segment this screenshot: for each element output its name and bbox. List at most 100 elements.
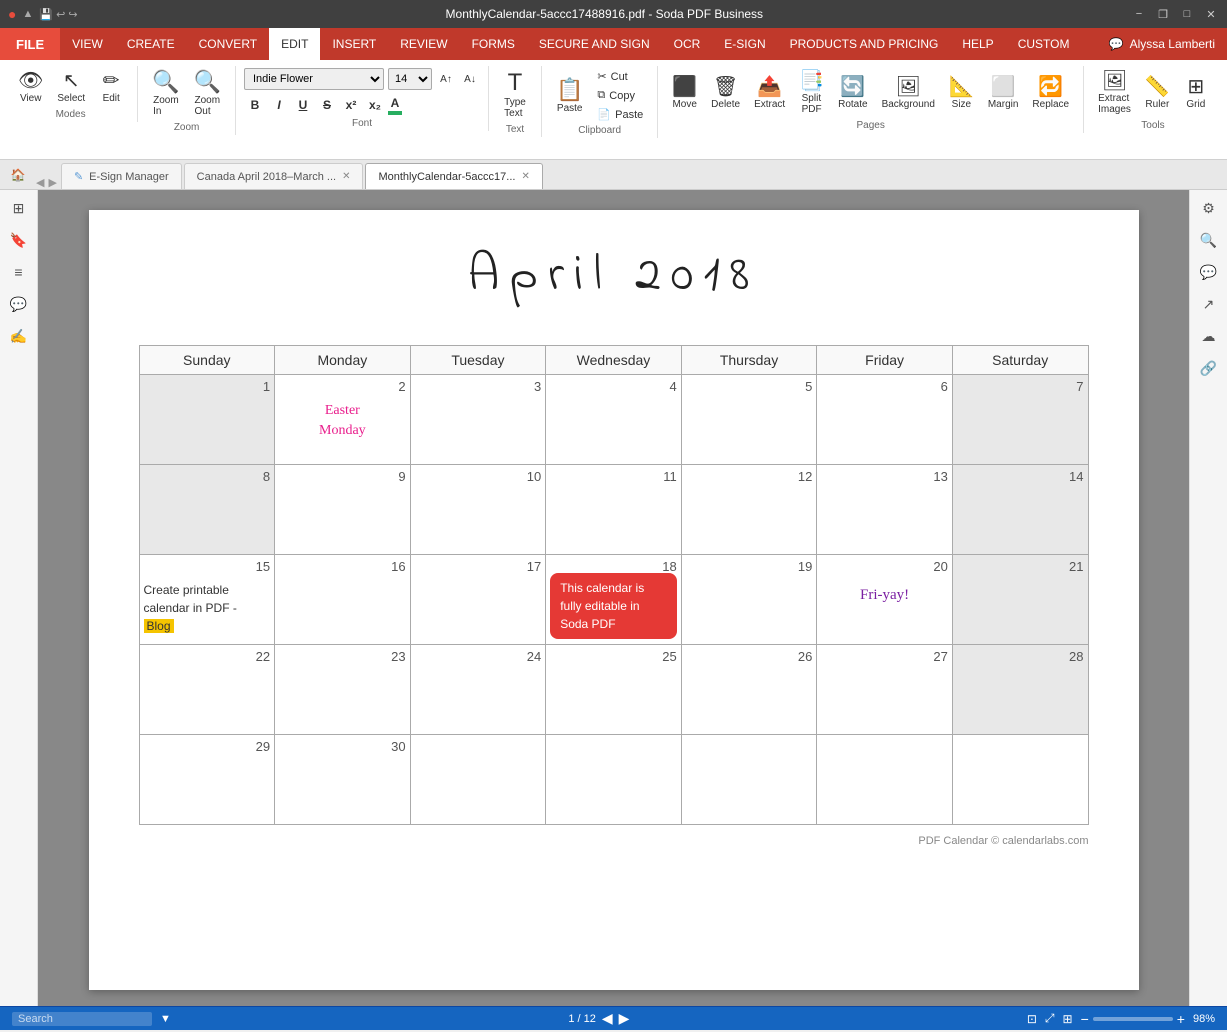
background-button[interactable]: 🖼 Background — [876, 74, 941, 113]
cut-button[interactable]: ✂ Cut — [591, 68, 649, 85]
menu-item-custom[interactable]: CUSTOM — [1006, 28, 1082, 60]
paste-button[interactable]: 📄 Paste — [591, 106, 649, 123]
search-arrow[interactable]: ▼ — [160, 1013, 171, 1025]
menu-item-esign[interactable]: E-SIGN — [712, 28, 777, 60]
search-input[interactable] — [12, 1012, 152, 1026]
sidebar-thumbnails[interactable]: ⊞ — [5, 194, 33, 222]
rotate-icon: 🔄 — [840, 77, 865, 97]
nav-prev-page[interactable]: ◀ — [602, 1010, 613, 1027]
margin-button[interactable]: ⬜ Margin — [982, 74, 1025, 113]
menu-item-insert[interactable]: INSERT — [320, 28, 388, 60]
zoom-in-button[interactable]: 🔍 ZoomIn — [146, 68, 185, 120]
cal-cell-14: 14 — [952, 465, 1088, 555]
zoom-in-status[interactable]: + — [1177, 1011, 1185, 1027]
cal-cell-22: 22 — [139, 645, 275, 735]
move-button[interactable]: ⬛ Move — [666, 74, 703, 113]
subscript-button[interactable]: x₂ — [364, 94, 386, 116]
zoom-out-status[interactable]: − — [1081, 1011, 1089, 1027]
rotate-button[interactable]: 🔄 Rotate — [832, 74, 873, 113]
font-shrink-button[interactable]: A↓ — [460, 72, 480, 87]
nav-back[interactable]: ◀ — [36, 176, 44, 189]
cal-cell-5: 5 — [681, 375, 817, 465]
canada-tab-close[interactable]: ✕ — [342, 171, 350, 182]
blog-link[interactable]: Blog — [144, 619, 174, 633]
sidebar-right-link[interactable]: 🔗 — [1195, 354, 1223, 382]
extract-images-button[interactable]: 🖼 ExtractImages — [1092, 68, 1137, 118]
edit-mode-button[interactable]: ✏ Edit — [93, 68, 129, 107]
extract-images-icon: 🖼 — [1102, 71, 1127, 91]
sidebar-right-search[interactable]: 🔍 — [1195, 226, 1223, 254]
menu-item-create[interactable]: CREATE — [115, 28, 187, 60]
tab-monthly-calendar[interactable]: MonthlyCalendar-5accc17... ✕ — [365, 163, 542, 189]
menu-item-edit[interactable]: EDIT — [269, 28, 320, 60]
superscript-button[interactable]: x² — [340, 94, 362, 116]
underline-button[interactable]: U — [292, 94, 314, 116]
size-label: Size — [952, 99, 971, 110]
font-size-selector[interactable]: 14 — [388, 68, 432, 90]
nav-forward[interactable]: ▶ — [48, 176, 56, 189]
user-name[interactable]: Alyssa Lamberti — [1130, 37, 1215, 51]
tab-esign-manager[interactable]: ✎ E-Sign Manager — [61, 163, 182, 189]
sidebar-annotations[interactable]: 💬 — [5, 290, 33, 318]
ruler-button[interactable]: 📏 Ruler — [1139, 74, 1176, 113]
menu-item-ocr[interactable]: OCR — [662, 28, 713, 60]
cal-cell-26: 26 — [681, 645, 817, 735]
fit-page-button[interactable]: ⊡ — [1027, 1012, 1037, 1026]
font-grow-button[interactable]: A↑ — [436, 72, 456, 87]
menu-item-convert[interactable]: CONVERT — [187, 28, 269, 60]
font-selector[interactable]: Indie Flower — [244, 68, 384, 90]
cal-cell-empty-3 — [681, 735, 817, 825]
close-button[interactable]: ✕ — [1203, 6, 1219, 22]
monthly-tab-close[interactable]: ✕ — [521, 171, 529, 182]
sidebar-right-comments[interactable]: 💬 — [1195, 258, 1223, 286]
sidebar-bookmarks[interactable]: 🔖 — [5, 226, 33, 254]
restore-button[interactable]: ❐ — [1155, 6, 1171, 22]
copy-button[interactable]: ⧉ Copy — [591, 87, 649, 104]
italic-button[interactable]: I — [268, 94, 290, 116]
pages-group-label: Pages — [857, 120, 885, 131]
menu-item-help[interactable]: HELP — [950, 28, 1005, 60]
menu-item-products[interactable]: PRODUCTS AND PRICING — [778, 28, 951, 60]
type-text-button[interactable]: T TypeText — [497, 68, 533, 122]
sidebar-right-settings[interactable]: ⚙ — [1195, 194, 1223, 222]
move-icon: ⬛ — [672, 77, 697, 97]
zoom-out-button[interactable]: 🔍 ZoomOut — [188, 68, 227, 120]
menu-item-view[interactable]: VIEW — [60, 28, 115, 60]
view-mode-button[interactable]: 👁 View — [12, 68, 49, 107]
bold-button[interactable]: B — [244, 94, 266, 116]
zoom-slider[interactable] — [1093, 1017, 1173, 1021]
cut-icon: ✂ — [597, 70, 606, 83]
layout-button[interactable]: ⊞ — [1063, 1012, 1073, 1026]
nav-next-page[interactable]: ▶ — [619, 1010, 630, 1027]
color-button[interactable]: A — [388, 96, 402, 115]
fullscreen-button[interactable]: ⤢ — [1045, 1011, 1055, 1026]
sidebar-layers[interactable]: ≡ — [5, 258, 33, 286]
sidebar-signatures[interactable]: ✍ — [5, 322, 33, 350]
menu-item-forms[interactable]: FORMS — [460, 28, 527, 60]
sidebar-right-share[interactable]: ↗ — [1195, 290, 1223, 318]
grid-button[interactable]: ⊞ Grid — [1178, 74, 1214, 113]
sidebar-right-cloud[interactable]: ☁ — [1195, 322, 1223, 350]
select-mode-button[interactable]: ↖ Select — [51, 68, 91, 107]
replace-button[interactable]: 🔁 Replace — [1026, 74, 1075, 113]
col-header-thursday: Thursday — [681, 346, 817, 375]
maximize-button[interactable]: □ — [1179, 6, 1195, 22]
view-label: View — [20, 93, 42, 104]
extract-button[interactable]: 📤 Extract — [748, 74, 791, 113]
minimize-button[interactable]: − — [1131, 6, 1147, 22]
select-icon: ↖ — [63, 71, 80, 91]
menu-item-review[interactable]: REVIEW — [388, 28, 459, 60]
home-tab[interactable]: 🏠 — [4, 161, 32, 189]
paste-big-button[interactable]: 📋 Paste — [550, 74, 589, 117]
split-pdf-button[interactable]: 📑 SplitPDF — [793, 68, 830, 118]
split-pdf-icon: 📑 — [799, 71, 824, 91]
rotate-label: Rotate — [838, 99, 867, 110]
tab-canada-calendar[interactable]: Canada April 2018–March ... ✕ — [184, 163, 364, 189]
col-header-sunday: Sunday — [139, 346, 275, 375]
delete-button[interactable]: 🗑 Delete — [705, 74, 746, 113]
menu-item-file[interactable]: FILE — [0, 28, 60, 60]
menu-item-secure[interactable]: SECURE AND SIGN — [527, 28, 662, 60]
size-button[interactable]: 📐 Size — [943, 74, 980, 113]
strikethrough-button[interactable]: S — [316, 94, 338, 116]
color-icon: A — [391, 96, 400, 110]
